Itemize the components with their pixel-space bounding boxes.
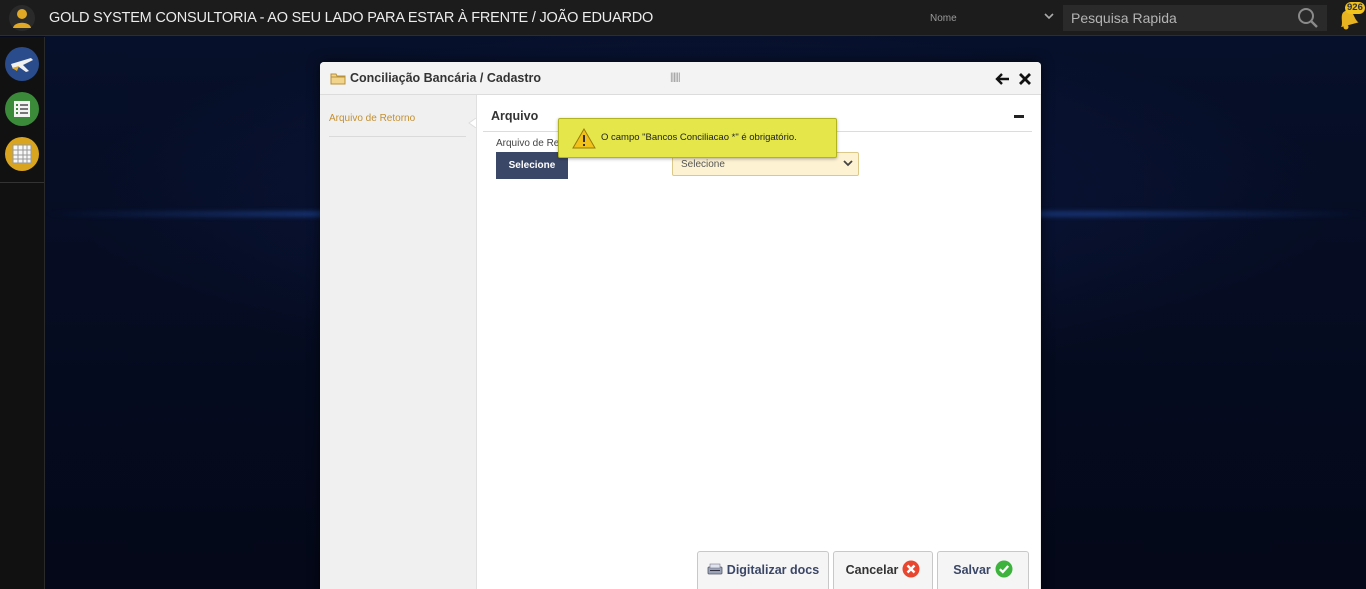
save-label: Salvar: [953, 563, 991, 577]
modal-left-nav: Arquivo de Retorno: [320, 95, 477, 589]
scanner-icon: [707, 562, 723, 579]
bank-select-value: Selecione: [681, 158, 725, 170]
top-bar: GOLD SYSTEM CONSULTORIA - AO SEU LADO PA…: [0, 0, 1366, 36]
close-icon[interactable]: [1018, 71, 1032, 87]
left-sidebar: [0, 37, 45, 589]
folder-icon: [330, 71, 346, 85]
panel-collapse-button[interactable]: [1014, 115, 1024, 118]
sidebar-divider: [0, 182, 44, 183]
app-title: GOLD SYSTEM CONSULTORIA - AO SEU LADO PA…: [49, 10, 654, 26]
plane-icon[interactable]: [5, 47, 39, 81]
panel-title: Arquivo: [491, 109, 539, 123]
drag-handle-icon[interactable]: ||||||: [670, 72, 681, 83]
cancel-x-icon: [902, 560, 920, 581]
grid-icon[interactable]: [5, 137, 39, 171]
save-button[interactable]: Salvar: [937, 551, 1029, 589]
modal-title: Conciliação Bancária / Cadastro: [350, 71, 542, 85]
list-icon[interactable]: [5, 92, 39, 126]
save-check-icon: [995, 560, 1013, 581]
back-arrow-icon[interactable]: [995, 71, 1011, 87]
chevron-down-icon: [1044, 11, 1054, 24]
cancel-button[interactable]: Cancelar: [833, 551, 933, 589]
notification-count-badge: 926: [1345, 2, 1365, 14]
cancel-label: Cancelar: [845, 563, 899, 577]
validation-tooltip: O campo "Bancos Conciliacao *" é obrigat…: [558, 118, 837, 158]
validation-message: O campo "Bancos Conciliacao *" é obrigat…: [601, 132, 797, 143]
chevron-down-icon: [842, 157, 854, 169]
user-avatar-icon[interactable]: [6, 4, 38, 32]
search-field-select-value: Nome: [930, 12, 957, 24]
search-icon[interactable]: [1296, 7, 1320, 29]
left-nav-item-arquivo-retorno[interactable]: Arquivo de Retorno: [329, 113, 466, 137]
quick-search-input[interactable]: [1063, 5, 1327, 31]
search-field-select[interactable]: Nome: [924, 6, 1060, 30]
digitalizar-docs-label: Digitalizar docs: [726, 563, 820, 577]
digitalizar-docs-button[interactable]: Digitalizar docs: [697, 551, 829, 589]
modal-header: Conciliação Bancária / Cadastro ||||||: [320, 62, 1041, 95]
warning-icon: [572, 128, 596, 149]
modal-content: Arquivo Arquivo de Retorno Selecione Sel…: [476, 95, 1040, 589]
